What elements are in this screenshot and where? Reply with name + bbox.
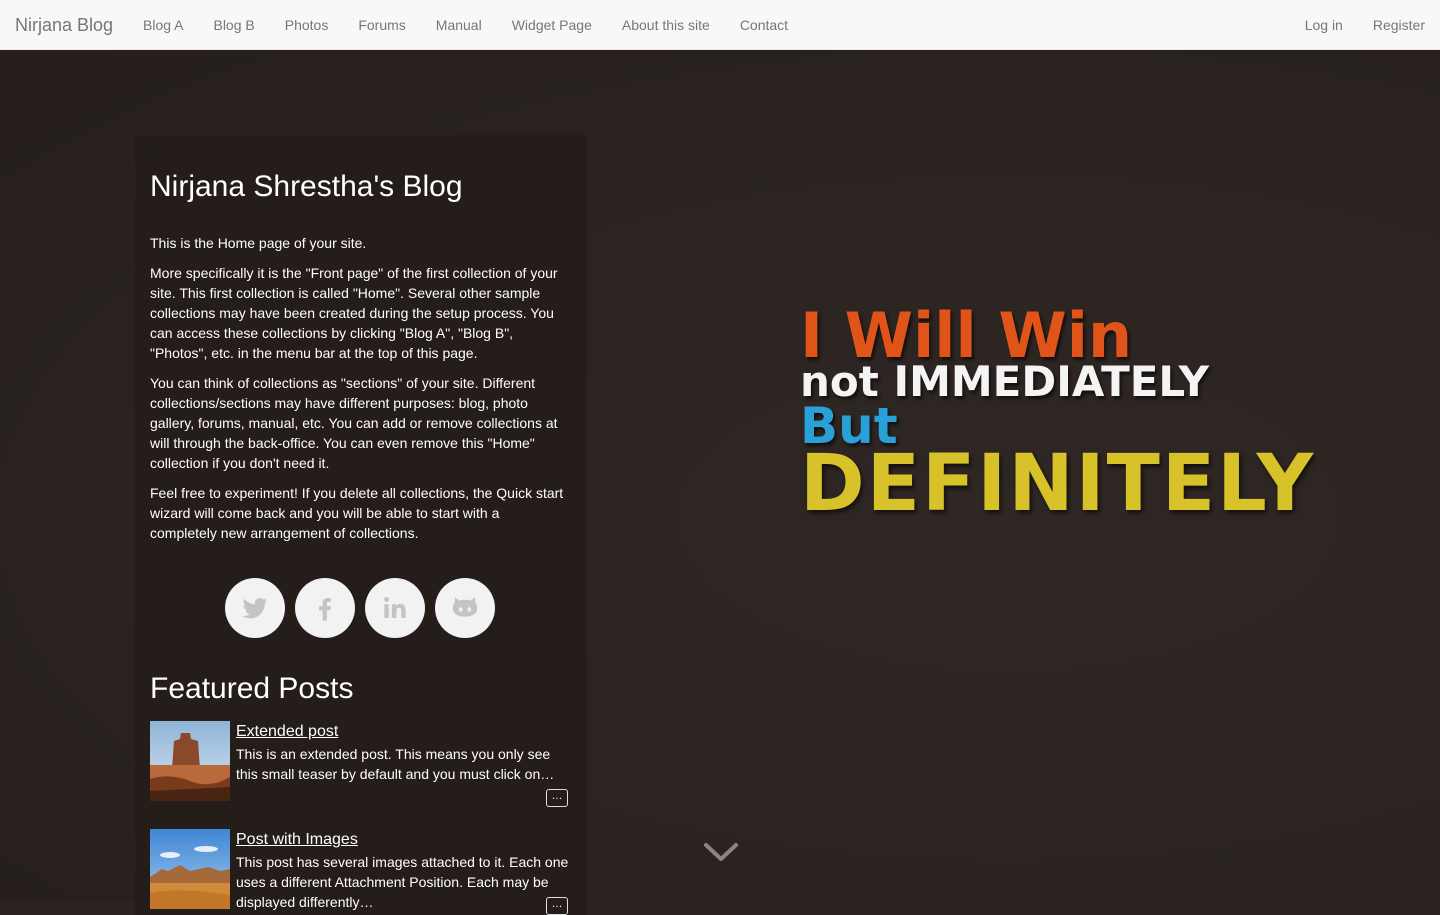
featured-post: Extended post This is an extended post. … (150, 721, 572, 807)
featured-posts-heading: Featured Posts (150, 672, 354, 705)
intro-paragraph: More specifically it is the "Front page"… (150, 265, 558, 361)
top-navbar: Nirjana Blog Blog A Blog B Photos Forums… (0, 0, 1440, 50)
facebook-icon[interactable] (295, 578, 355, 638)
nav-item-forums[interactable]: Forums (343, 0, 420, 50)
nav-item-widget-page[interactable]: Widget Page (497, 0, 607, 50)
github-icon[interactable] (435, 578, 495, 638)
nav-item-photos[interactable]: Photos (270, 0, 344, 50)
intro-text: This is the Home page of your site. More… (150, 233, 570, 553)
intro-paragraph: You can think of collections as "section… (150, 375, 558, 471)
intro-paragraph: Feel free to experiment! If you delete a… (150, 485, 564, 541)
quote-line-4: DEFINITELY (800, 439, 1316, 529)
brand-link[interactable]: Nirjana Blog (15, 15, 113, 35)
post-thumbnail[interactable] (150, 721, 230, 801)
nav-item-blog-a[interactable]: Blog A (128, 0, 198, 50)
nav-item-contact[interactable]: Contact (725, 0, 803, 50)
site-title: Nirjana Shrestha's Blog (150, 170, 463, 203)
post-thumbnail[interactable] (150, 829, 230, 909)
intro-panel: Nirjana Shrestha's Blog This is the Home… (135, 135, 587, 915)
linkedin-icon[interactable] (365, 578, 425, 638)
post-excerpt: This is an extended post. This means you… (236, 746, 555, 782)
register-link[interactable]: Register (1358, 0, 1440, 50)
post-excerpt: This post has several images attached to… (236, 854, 569, 910)
main-nav: Blog A Blog B Photos Forums Manual Widge… (128, 0, 803, 50)
nav-item-manual[interactable]: Manual (421, 0, 497, 50)
scroll-down-icon[interactable] (703, 840, 739, 864)
login-link[interactable]: Log in (1290, 0, 1358, 50)
read-more-button[interactable]: … (546, 789, 568, 807)
post-title-link[interactable]: Post with Images (236, 830, 358, 850)
social-links (225, 578, 495, 638)
user-nav: Log in Register (1290, 0, 1440, 50)
twitter-icon[interactable] (225, 578, 285, 638)
nav-item-about[interactable]: About this site (607, 0, 725, 50)
hero-quote-image: I Will Win not IMMEDIATELY But DEFINITEL… (800, 305, 1420, 529)
intro-paragraph: This is the Home page of your site. (150, 235, 367, 251)
post-title-link[interactable]: Extended post (236, 722, 338, 742)
nav-item-blog-b[interactable]: Blog B (198, 0, 269, 50)
featured-post: Post with Images This post has several i… (150, 829, 572, 915)
